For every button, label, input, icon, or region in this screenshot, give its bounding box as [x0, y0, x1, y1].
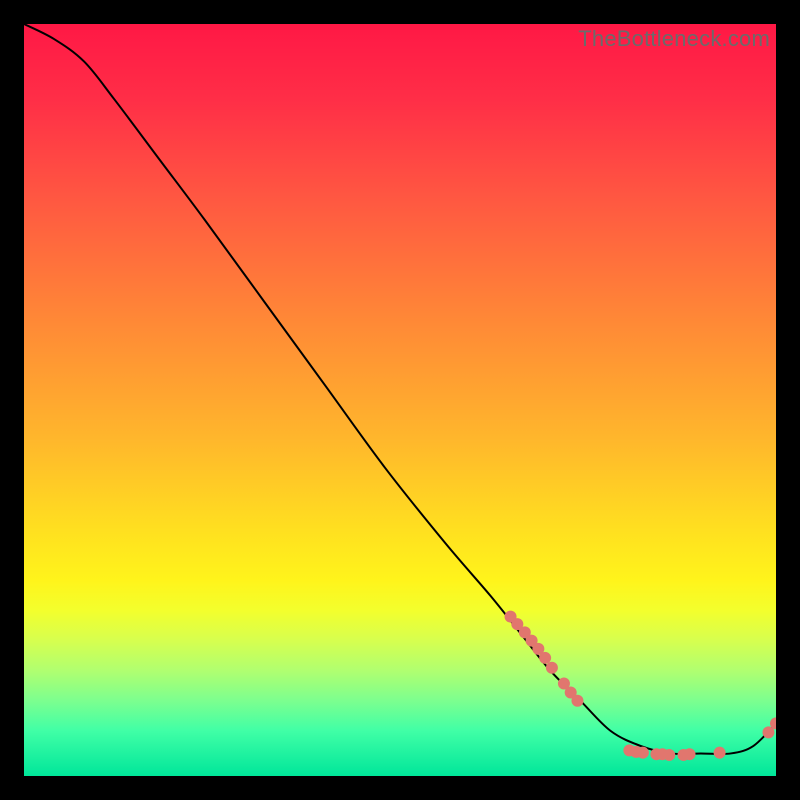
marker-point: [684, 748, 696, 760]
marker-points: [505, 611, 776, 761]
marker-point: [637, 747, 649, 759]
marker-point: [663, 749, 675, 761]
marker-point: [714, 747, 726, 759]
watermark-text: TheBottleneck.com: [578, 26, 770, 52]
plot-area: TheBottleneck.com: [24, 24, 776, 776]
chart-stage: TheBottleneck.com: [0, 0, 800, 800]
marker-point: [539, 652, 551, 664]
bottleneck-curve: [24, 24, 776, 754]
marker-point: [546, 662, 558, 674]
marker-point: [571, 695, 583, 707]
chart-overlay: [24, 24, 776, 776]
